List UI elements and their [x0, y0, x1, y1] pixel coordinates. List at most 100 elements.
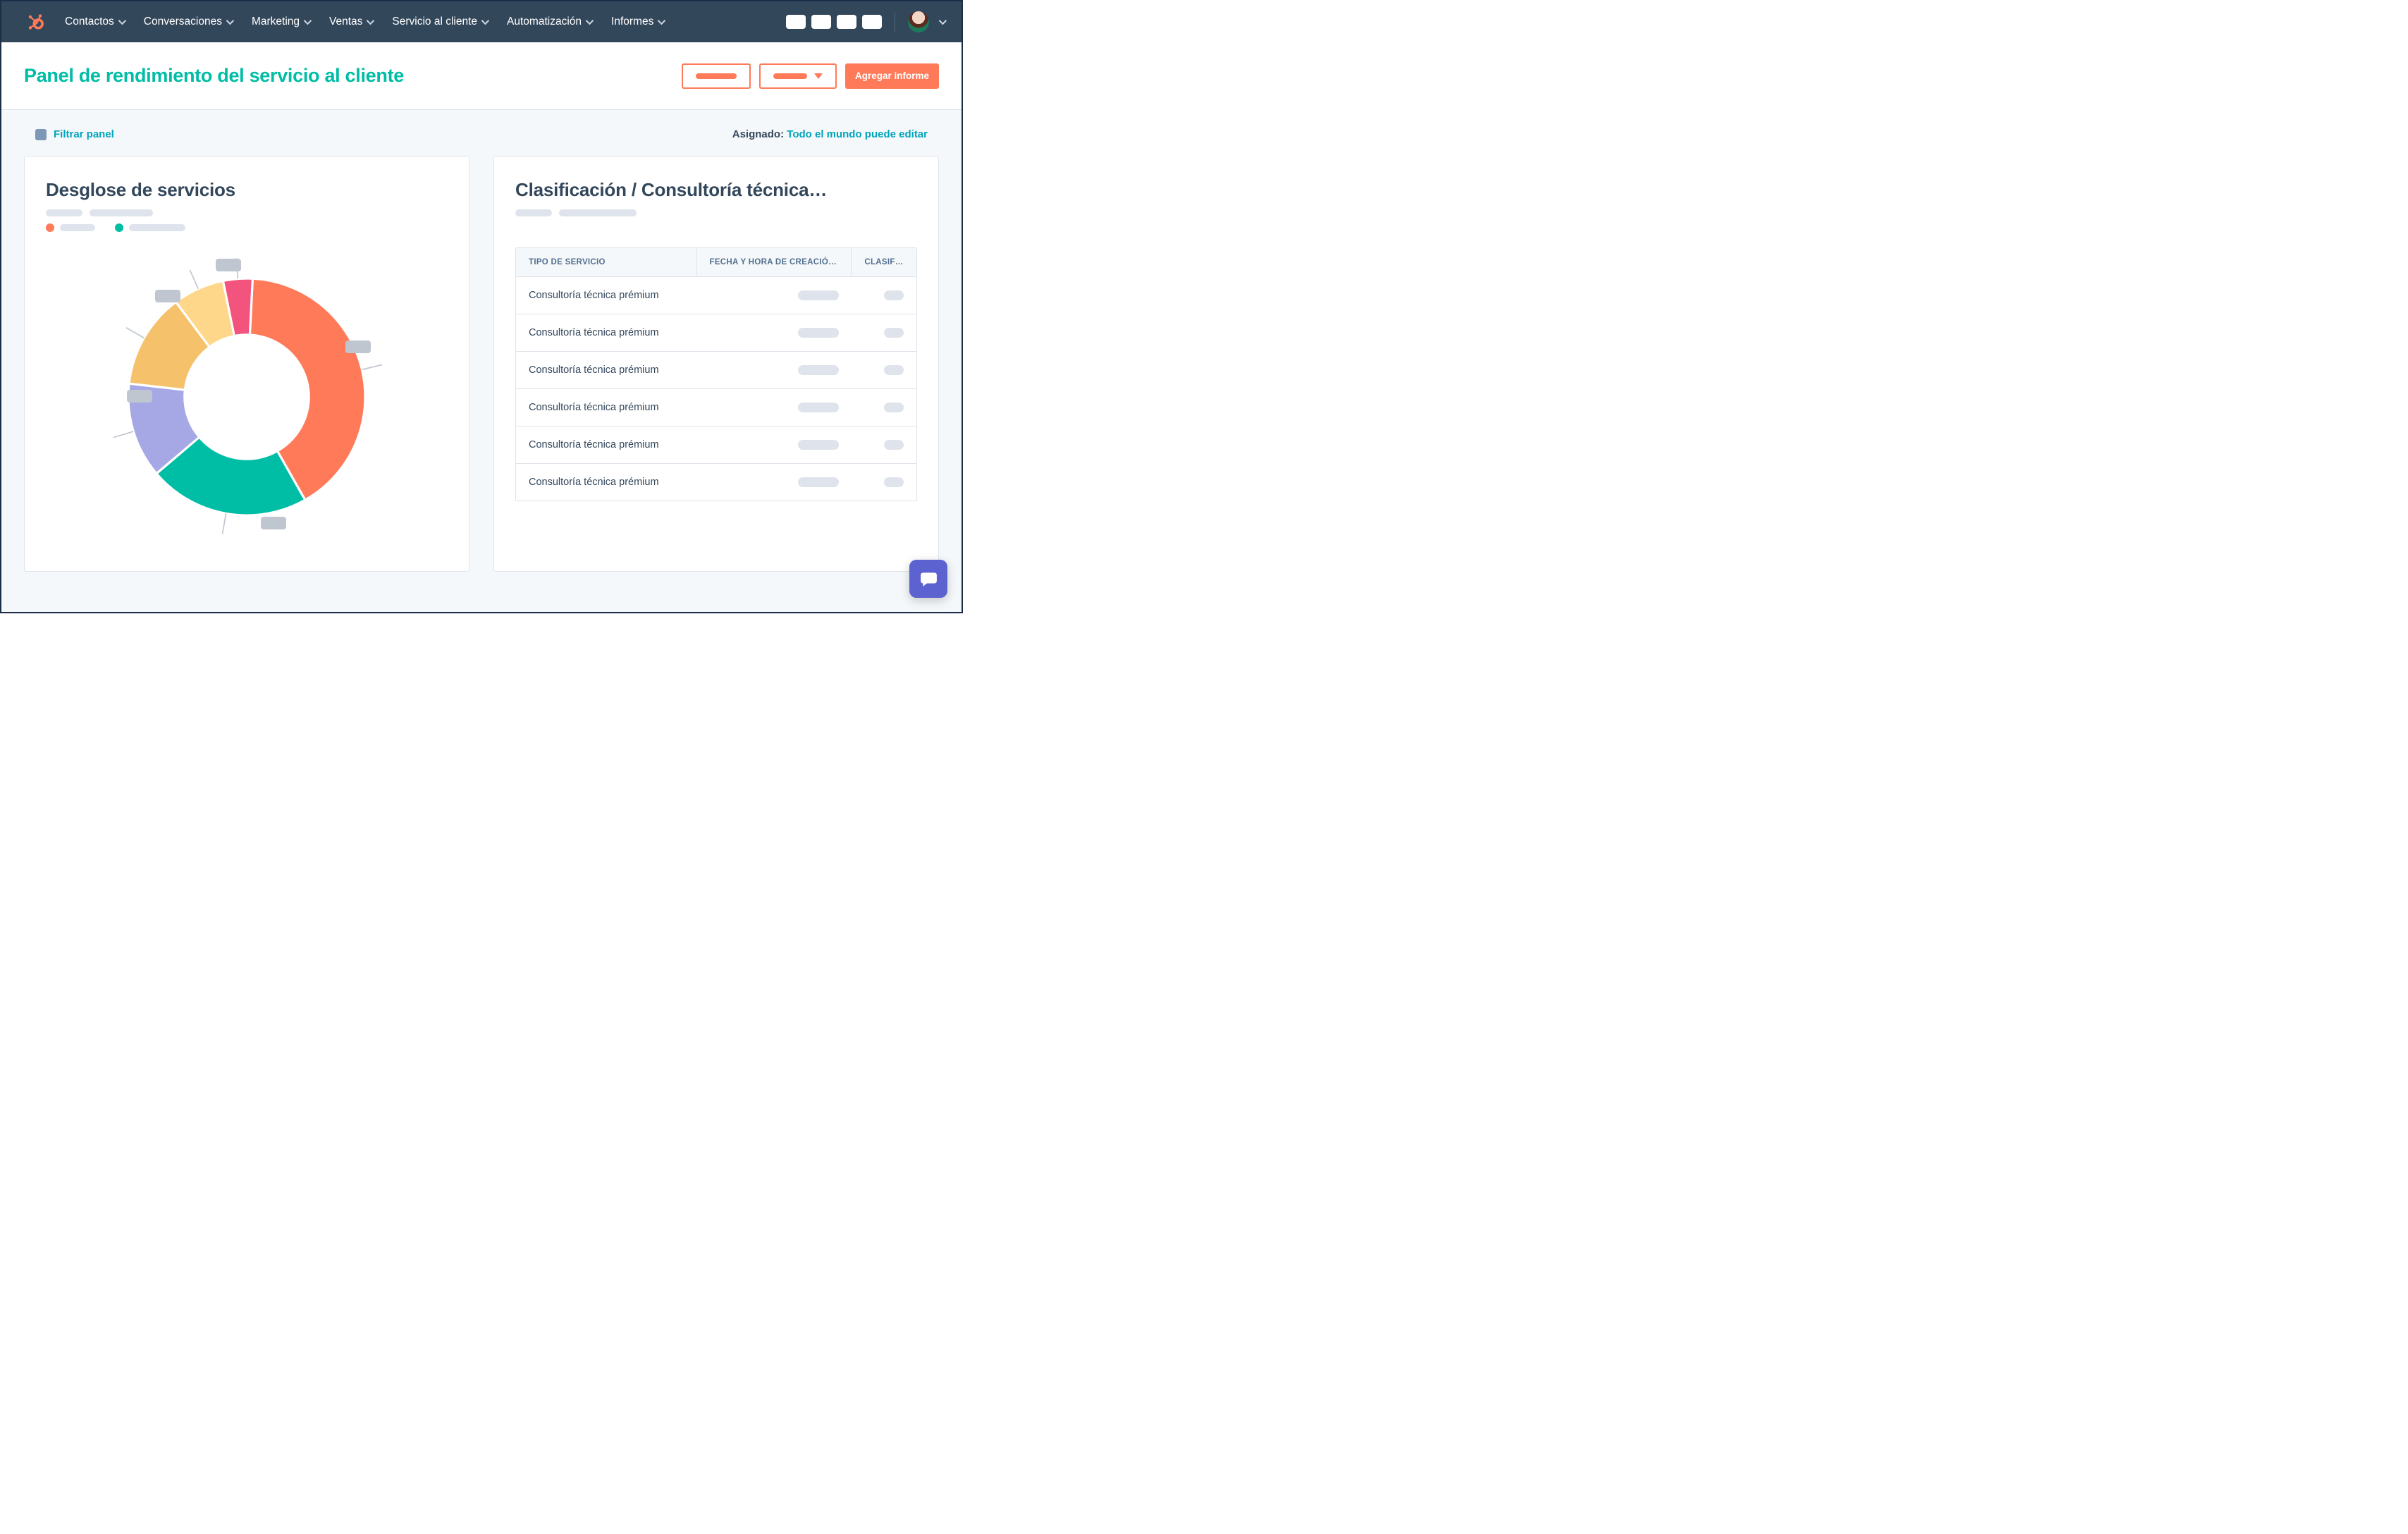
skeleton	[46, 209, 82, 216]
skeleton	[559, 209, 637, 216]
top-action-1[interactable]	[786, 15, 806, 29]
nav-items: Contactos Conversaciones Marketing Venta…	[65, 16, 663, 28]
nav-marketing[interactable]: Marketing	[252, 16, 309, 28]
nav-label: Servicio al cliente	[392, 16, 477, 28]
table-row[interactable]: Consultoría técnica prémium	[516, 389, 916, 427]
placeholder-line	[773, 73, 807, 79]
nav-label: Contactos	[65, 16, 114, 28]
data-table: TIPO DE SERVICIO FECHA Y HORA DE CREACIÓ…	[515, 247, 917, 501]
td-service: Consultoría técnica prémium	[516, 464, 697, 501]
td-created	[697, 315, 852, 350]
chart-callout	[345, 340, 371, 353]
chevron-down-icon	[226, 17, 234, 25]
skeleton	[129, 224, 185, 231]
nav-servicio[interactable]: Servicio al cliente	[392, 16, 487, 28]
nav-ventas[interactable]: Ventas	[329, 16, 372, 28]
td-created	[697, 465, 852, 500]
page-title: Panel de rendimiento del servicio al cli…	[24, 65, 404, 87]
skeleton	[798, 290, 839, 300]
hubspot-logo-icon[interactable]	[25, 12, 45, 32]
user-avatar[interactable]	[908, 11, 929, 32]
nav-informes[interactable]: Informes	[611, 16, 663, 28]
nav-conversaciones[interactable]: Conversaciones	[144, 16, 232, 28]
chat-icon	[919, 571, 938, 587]
filter-label: Filtrar panel	[54, 128, 114, 140]
nav-label: Conversaciones	[144, 16, 222, 28]
chevron-down-icon	[118, 17, 126, 25]
card-title: Desglose de servicios	[46, 179, 448, 201]
th-created-at[interactable]: FECHA Y HORA DE CREACIÓ…	[697, 248, 852, 276]
table-head: TIPO DE SERVICIO FECHA Y HORA DE CREACIÓ…	[516, 248, 916, 277]
chevron-down-icon	[481, 17, 489, 25]
nav-label: Automatización	[507, 16, 582, 28]
chart-callout	[216, 259, 241, 271]
td-class	[852, 315, 916, 350]
add-report-button[interactable]: Agregar informe	[845, 63, 939, 89]
surface-head: Filtrar panel Asignado: Todo el mundo pu…	[24, 128, 939, 140]
dashboard-surface: Filtrar panel Asignado: Todo el mundo pu…	[1, 110, 962, 612]
outline-button-1[interactable]	[682, 63, 751, 89]
card-row: Desglose de servicios	[24, 156, 939, 572]
skeleton	[90, 209, 153, 216]
nav-contactos[interactable]: Contactos	[65, 16, 124, 28]
legend-dot-icon	[46, 223, 54, 232]
skeleton	[798, 328, 839, 338]
td-class	[852, 352, 916, 388]
td-created	[697, 427, 852, 462]
skeleton	[798, 365, 839, 375]
skeleton	[884, 328, 904, 338]
table-row[interactable]: Consultoría técnica prémium	[516, 427, 916, 464]
chevron-down-icon	[586, 17, 594, 25]
nav-label: Marketing	[252, 16, 300, 28]
nav-label: Ventas	[329, 16, 362, 28]
filter-panel-button[interactable]: Filtrar panel	[35, 128, 114, 140]
td-class	[852, 390, 916, 425]
skeleton	[884, 290, 904, 300]
legend-dot-icon	[115, 223, 123, 232]
skeleton	[798, 403, 839, 412]
skeleton	[884, 440, 904, 450]
top-nav: Contactos Conversaciones Marketing Venta…	[1, 1, 962, 42]
td-created	[697, 390, 852, 425]
table-row[interactable]: Consultoría técnica prémium	[516, 314, 916, 352]
th-classification[interactable]: CLASIFI…	[852, 248, 916, 276]
td-service: Consultoría técnica prémium	[516, 427, 697, 463]
table-row[interactable]: Consultoría técnica prémium	[516, 464, 916, 501]
nav-label: Informes	[611, 16, 653, 28]
chat-widget-button[interactable]	[909, 560, 947, 598]
top-action-3[interactable]	[837, 15, 856, 29]
td-created	[697, 278, 852, 313]
td-service: Consultoría técnica prémium	[516, 277, 697, 314]
skeleton	[515, 209, 552, 216]
skeleton	[884, 403, 904, 412]
table-body: Consultoría técnica prémiumConsultoría t…	[516, 277, 916, 501]
donut-chart	[99, 249, 395, 545]
title-bar: Panel de rendimiento del servicio al cli…	[1, 42, 962, 110]
table-row[interactable]: Consultoría técnica prémium	[516, 277, 916, 314]
td-class	[852, 427, 916, 462]
table-row[interactable]: Consultoría técnica prémium	[516, 352, 916, 389]
chevron-down-icon[interactable]	[939, 17, 947, 25]
assigned-info[interactable]: Asignado: Todo el mundo puede editar	[732, 128, 928, 140]
caret-down-icon	[814, 73, 823, 79]
nav-automatizacion[interactable]: Automatización	[507, 16, 591, 28]
topnav-right	[786, 11, 945, 32]
th-service-type[interactable]: TIPO DE SERVICIO	[516, 248, 697, 276]
outline-split-button[interactable]	[759, 63, 837, 89]
chart-callout	[127, 390, 152, 403]
top-action-2[interactable]	[811, 15, 831, 29]
card-title: Clasificación / Consultoría técnica…	[515, 179, 917, 201]
td-created	[697, 352, 852, 388]
title-bar-actions: Agregar informe	[682, 63, 939, 89]
chevron-down-icon	[304, 17, 312, 25]
skeleton	[798, 440, 839, 450]
placeholder-line	[696, 73, 737, 79]
legend-item[interactable]	[46, 223, 95, 232]
skeleton	[884, 477, 904, 487]
chart-legend	[46, 223, 448, 232]
td-service: Consultoría técnica prémium	[516, 389, 697, 426]
chevron-down-icon	[367, 17, 374, 25]
legend-item[interactable]	[115, 223, 185, 232]
skeleton-row	[46, 209, 448, 216]
top-action-4[interactable]	[862, 15, 882, 29]
